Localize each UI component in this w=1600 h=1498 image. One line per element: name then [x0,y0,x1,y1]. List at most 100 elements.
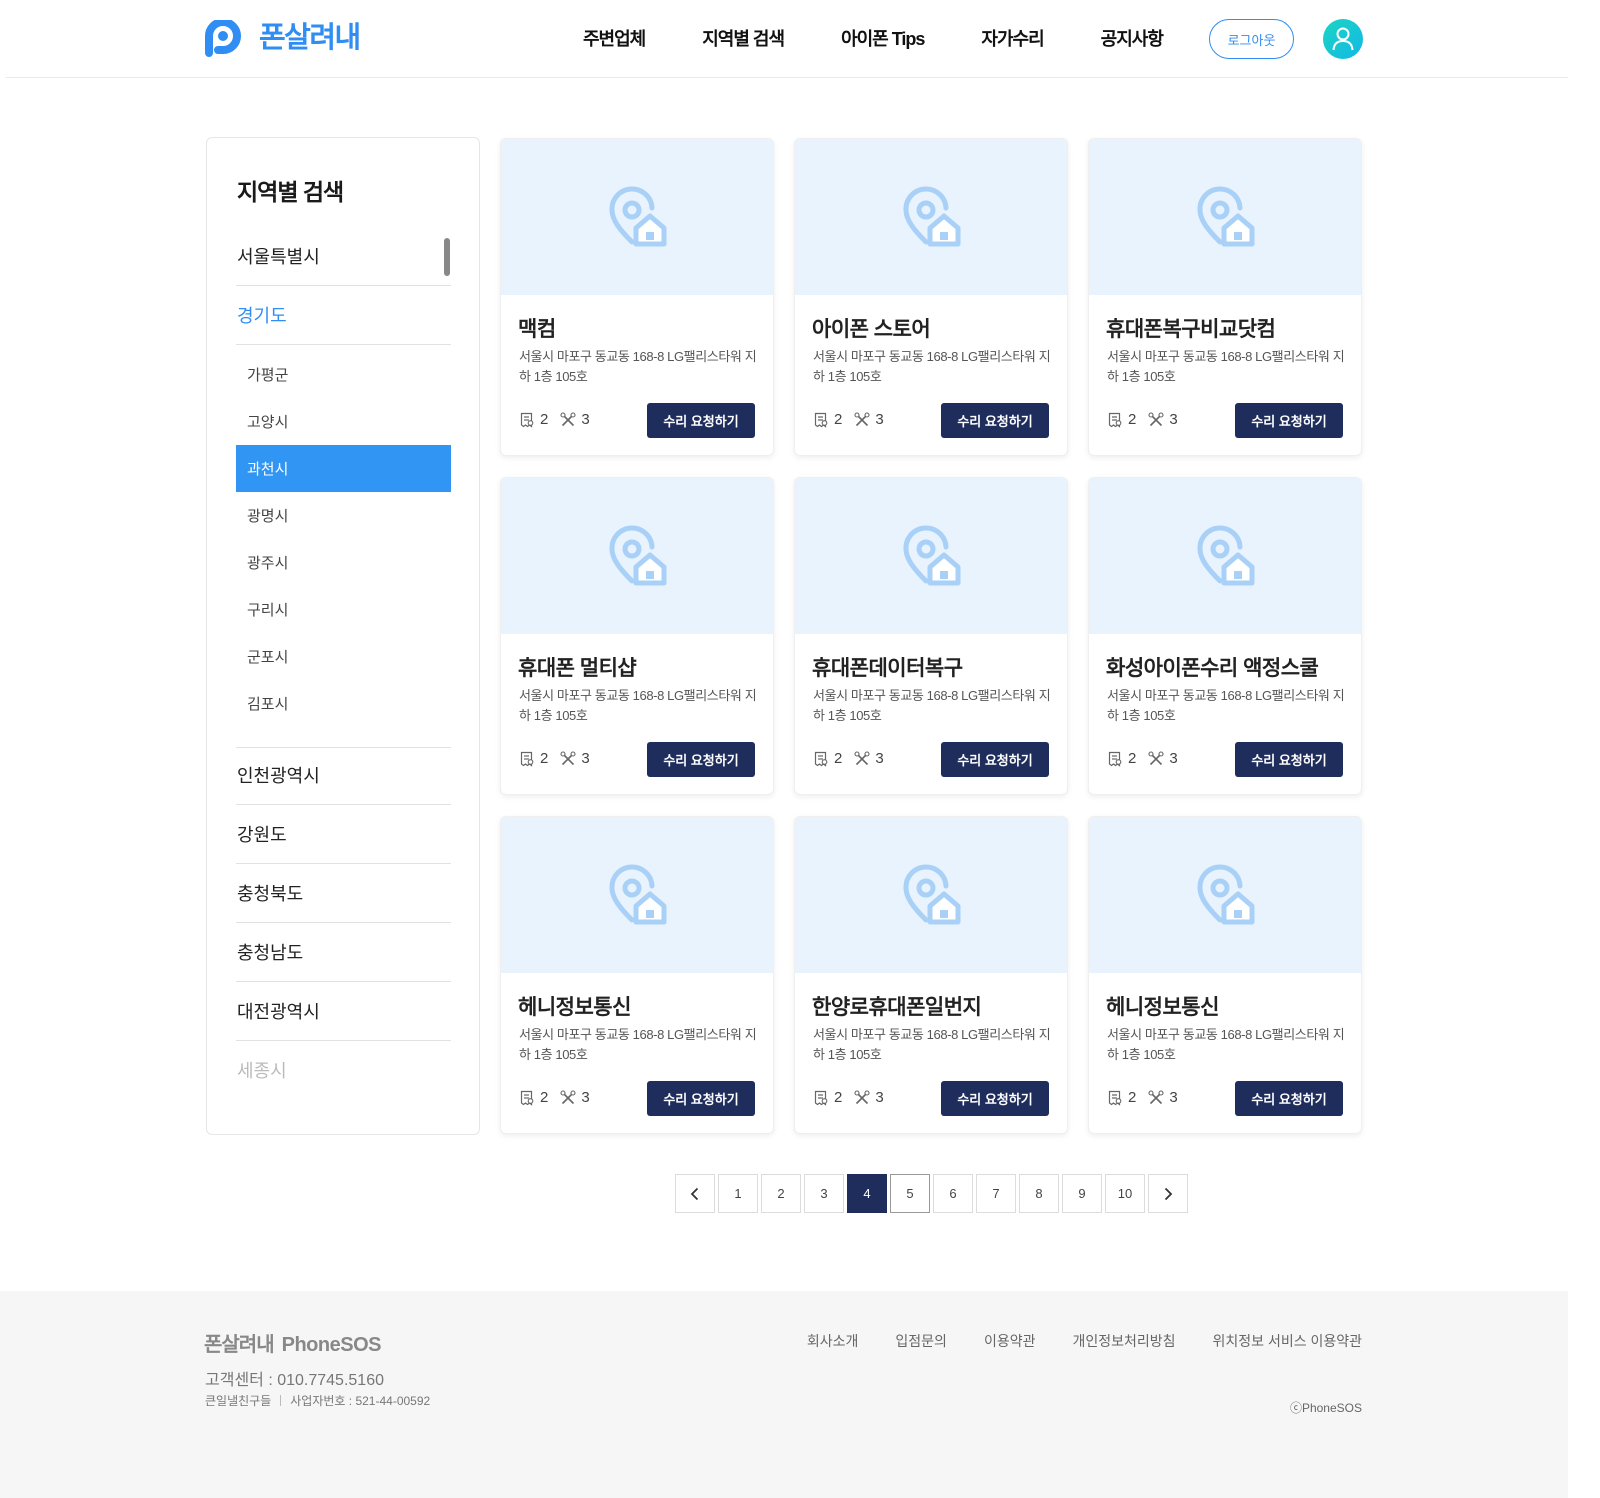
shop-card[interactable]: 아이폰 스토어 서울시 마포구 동교동 168-8 LG팰리스타워 지하 1층 1… [794,138,1068,456]
repair-request-button[interactable]: 수리 요청하기 [941,742,1049,777]
shop-stats: 23 [519,750,602,767]
repair-request-button[interactable]: 수리 요청하기 [1235,1081,1343,1116]
review-count: 2 [1128,750,1137,767]
site-logo[interactable]: 폰살려내 [205,20,361,57]
sub-region-list: 가평군 고양시 과천시 광명시 광주시 구리시 군포시 김포시 [236,346,451,748]
shop-name: 맥컴 [518,318,556,341]
site-footer: 폰살려내 PhoneSOS 고객센터 : 010.7745.5160 큰일낼친구… [0,1291,1568,1498]
shop-card[interactable]: 맥컴서울시 마포구 동교동 168-8 LG팰리스타워 지하 1층 105호 2 3… [500,138,774,456]
tools-icon [854,750,870,765]
region-chungnam[interactable]: 충청남도 [236,923,451,982]
page-button[interactable]: 1 [718,1174,758,1213]
region-gangwon[interactable]: 강원도 [236,805,451,864]
company-name: 큰일낼친구들 [205,1394,272,1408]
footer-link-location-terms[interactable]: 위치정보 서비스 이용약관 [1213,1331,1362,1351]
shop-image [501,817,773,973]
shop-card[interactable]: 헤니정보통신 서울시 마포구 동교동 168-8 LG팰리스타워 지하 1층 10… [1088,816,1362,1134]
footer-link-about[interactable]: 회사소개 [807,1331,859,1351]
sub-region-item-selected[interactable]: 과천시 [236,445,451,492]
sub-region-item[interactable]: 김포시 [236,680,451,727]
location-pin-house-icon [609,186,667,247]
customer-center: 고객센터 : 010.7745.5160 [205,1372,384,1389]
shop-card[interactable]: 헤니정보통신 서울시 마포구 동교동 168-8 LG팰리스타워 지하 1층 10… [500,816,774,1134]
logo-text: 폰살려내 [259,22,361,54]
review-count: 2 [540,1089,549,1106]
region-sejong[interactable]: 세종시 [236,1040,451,1099]
sub-region-item[interactable]: 광명시 [236,492,451,539]
nav-iphone-tips[interactable]: 아이폰 Tips [841,26,925,52]
shop-address: 서울시 마포구 동교동 168-8 LG팰리스타워 지하 1층 105호 [813,688,1051,723]
sub-region-item[interactable]: 광주시 [236,539,451,586]
page-button[interactable]: 10 [1105,1174,1145,1213]
shop-image [501,139,773,295]
logout-button[interactable]: 로그아웃 [1209,19,1294,59]
shop-address: 서울시 마포구 동교동 168-8 LG팰리스타워 지하 1층 105호 [519,349,757,384]
repair-count: 3 [1169,750,1178,767]
footer-links: 회사소개 입점문의 이용약관 개인정보처리방침 위치정보 서비스 이용약관 [770,1331,1362,1351]
sub-region-item[interactable]: 구리시 [236,586,451,633]
repair-request-button[interactable]: 수리 요청하기 [1235,742,1343,777]
shop-card[interactable]: 한양로휴대폰일번지 서울시 마포구 동교동 168-8 LG팰리스타워 지하 1층… [794,816,1068,1134]
shop-card[interactable]: 휴대폰 멀티샵 서울시 마포구 동교동 168-8 LG팰리스타워 지하 1층 1… [500,477,774,795]
receipt-icon [1108,751,1122,767]
region-gyeonggi[interactable]: 경기도 [236,286,451,345]
footer-logo: 폰살려내 PhoneSOS [204,1328,381,1357]
repair-request-button[interactable]: 수리 요청하기 [647,1081,755,1116]
location-pin-house-icon [609,864,667,925]
region-seoul[interactable]: 서울특별시 [236,227,451,286]
logo-p-icon [205,20,241,57]
review-count: 2 [834,750,843,767]
user-icon [1332,27,1354,51]
sub-region-item[interactable]: 군포시 [236,633,451,680]
region-daejeon[interactable]: 대전광역시 [236,982,451,1041]
footer-logo-english: PhoneSOS [281,1334,382,1356]
page-button[interactable]: 3 [804,1174,844,1213]
review-count: 2 [1128,1089,1137,1106]
receipt-icon [814,1090,828,1106]
region-chungbuk[interactable]: 충청북도 [236,864,451,923]
page-button[interactable]: 6 [933,1174,973,1213]
main-nav: 주변업체 지역별 검색 아이폰 Tips 자가수리 공지사항 [583,26,1220,52]
page-button-current[interactable]: 4 [847,1174,887,1213]
footer-link-partner[interactable]: 입점문의 [895,1331,947,1351]
repair-request-button[interactable]: 수리 요청하기 [941,403,1049,438]
page-prev-button[interactable] [675,1174,715,1213]
sub-region-item[interactable]: 고양시 [236,398,451,445]
nav-self-repair[interactable]: 자가수리 [981,26,1044,52]
page-button[interactable]: 9 [1062,1174,1102,1213]
page-button[interactable]: 2 [761,1174,801,1213]
chevron-left-icon [690,1187,699,1200]
shop-card[interactable]: 휴대폰데이터복구 서울시 마포구 동교동 168-8 LG팰리스타워 지하 1층 … [794,477,1068,795]
page-button[interactable]: 8 [1019,1174,1059,1213]
page-next-button[interactable] [1148,1174,1188,1213]
repair-request-button[interactable]: 수리 요청하기 [941,1081,1049,1116]
shop-stats: 23 [519,411,602,428]
shop-name: 아이폰 스토어 [812,318,931,341]
repair-request-button[interactable]: 수리 요청하기 [647,403,755,438]
shop-stats: 23 [813,411,896,428]
page-button[interactable]: 7 [976,1174,1016,1213]
footer-link-terms[interactable]: 이용약관 [984,1331,1036,1351]
region-incheon[interactable]: 인천광역시 [236,746,451,805]
sub-region-item[interactable]: 가평군 [236,351,451,398]
shop-card[interactable]: 화성아이폰수리 액정스쿨 서울시 마포구 동교동 168-8 LG팰리스타워 지하… [1088,477,1362,795]
receipt-icon [520,412,534,428]
shop-name: 휴대폰 멀티샵 [518,657,637,680]
shop-stats: 23 [1107,1089,1190,1106]
tools-icon [854,1089,870,1104]
shop-card[interactable]: 휴대폰복구비교닷컴 서울시 마포구 동교동 168-8 LG팰리스타워 지하 1층… [1088,138,1362,456]
nav-region-search[interactable]: 지역별 검색 [702,26,785,52]
shop-image [501,478,773,634]
repair-request-button[interactable]: 수리 요청하기 [1235,403,1343,438]
footer-link-privacy[interactable]: 개인정보처리방침 [1072,1331,1175,1351]
location-pin-house-icon [1197,864,1255,925]
shop-image [795,478,1067,634]
shop-address: 서울시 마포구 동교동 168-8 LG팰리스타워 지하 1층 105호 [1107,1027,1345,1062]
nav-nearby[interactable]: 주변업체 [583,26,646,52]
nav-notice[interactable]: 공지사항 [1101,26,1164,52]
avatar[interactable] [1323,19,1363,59]
pagination: 1 2 3 4 5 6 7 8 9 10 [675,1174,1191,1213]
sidebar-title: 지역별 검색 [237,179,344,205]
repair-request-button[interactable]: 수리 요청하기 [647,742,755,777]
page-button[interactable]: 5 [890,1174,930,1213]
